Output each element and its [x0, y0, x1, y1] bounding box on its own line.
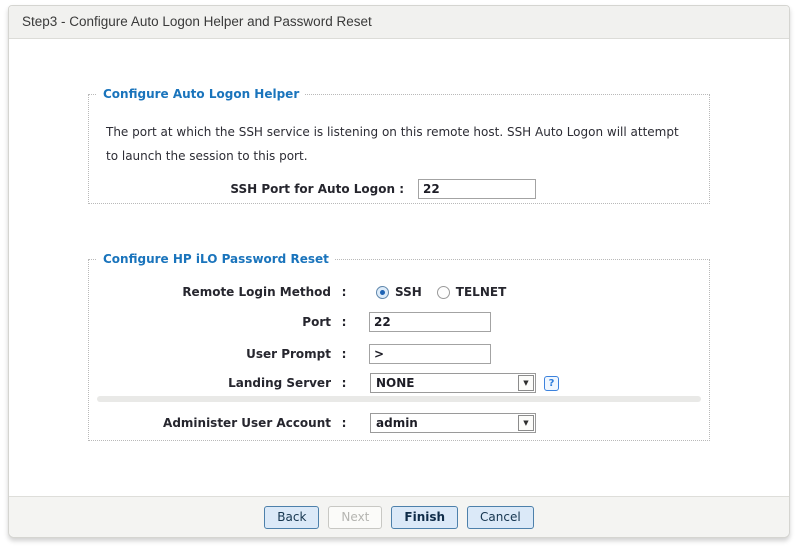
radio-label-telnet: TELNET — [456, 282, 506, 302]
back-button[interactable]: Back — [264, 506, 319, 529]
admin-account-value: admin — [371, 414, 518, 432]
admin-account-label: Administer User Account — [89, 413, 331, 433]
ssh-port-label: SSH Port for Auto Logon : — [89, 179, 404, 199]
auto-logon-section: Configure Auto Logon Helper The port at … — [88, 94, 710, 204]
radio-button-icon — [376, 286, 389, 299]
chevron-down-icon[interactable]: ▼ — [518, 415, 534, 431]
radio-button-icon — [437, 286, 450, 299]
chevron-down-icon[interactable]: ▼ — [518, 375, 534, 391]
colon: : — [335, 373, 353, 393]
help-icon[interactable]: ? — [544, 376, 559, 391]
user-prompt-label: User Prompt — [89, 344, 331, 364]
ssh-port-input[interactable] — [418, 179, 536, 199]
auto-logon-legend: Configure Auto Logon Helper — [97, 87, 305, 101]
cancel-button[interactable]: Cancel — [467, 506, 534, 529]
password-reset-section: Configure HP iLO Password Reset Remote L… — [88, 259, 710, 441]
user-prompt-input[interactable] — [369, 344, 491, 364]
admin-account-select[interactable]: admin ▼ — [370, 413, 536, 433]
colon: : — [335, 344, 353, 364]
dialog-title: Step3 - Configure Auto Logon Helper and … — [9, 6, 789, 39]
port-label: Port — [89, 312, 331, 332]
admin-account-row: Administer User Account : admin ▼ — [89, 413, 709, 433]
radio-label-ssh: SSH — [395, 282, 422, 302]
wizard-dialog: Step3 - Configure Auto Logon Helper and … — [8, 5, 790, 538]
landing-server-label: Landing Server — [89, 373, 331, 393]
remote-login-method-group: SSH TELNET — [376, 282, 506, 302]
port-input[interactable] — [369, 312, 491, 332]
radio-option-ssh[interactable]: SSH — [376, 282, 422, 302]
section-divider — [97, 396, 701, 402]
colon: : — [335, 282, 353, 302]
dialog-footer: Back Next Finish Cancel — [9, 496, 789, 537]
next-button: Next — [328, 506, 382, 529]
remote-login-method-row: Remote Login Method : SSH TELNET — [89, 282, 709, 302]
landing-server-value: NONE — [371, 374, 518, 392]
radio-option-telnet[interactable]: TELNET — [437, 282, 506, 302]
finish-button[interactable]: Finish — [391, 506, 458, 529]
remote-login-method-label: Remote Login Method — [89, 282, 331, 302]
landing-server-select[interactable]: NONE ▼ — [370, 373, 536, 393]
colon: : — [335, 312, 353, 332]
colon: : — [335, 413, 353, 433]
auto-logon-description: The port at which the SSH service is lis… — [106, 120, 683, 168]
port-row: Port : — [89, 312, 709, 332]
password-reset-legend: Configure HP iLO Password Reset — [97, 252, 335, 266]
landing-server-row: Landing Server : NONE ▼ ? — [89, 373, 709, 393]
user-prompt-row: User Prompt : — [89, 344, 709, 364]
